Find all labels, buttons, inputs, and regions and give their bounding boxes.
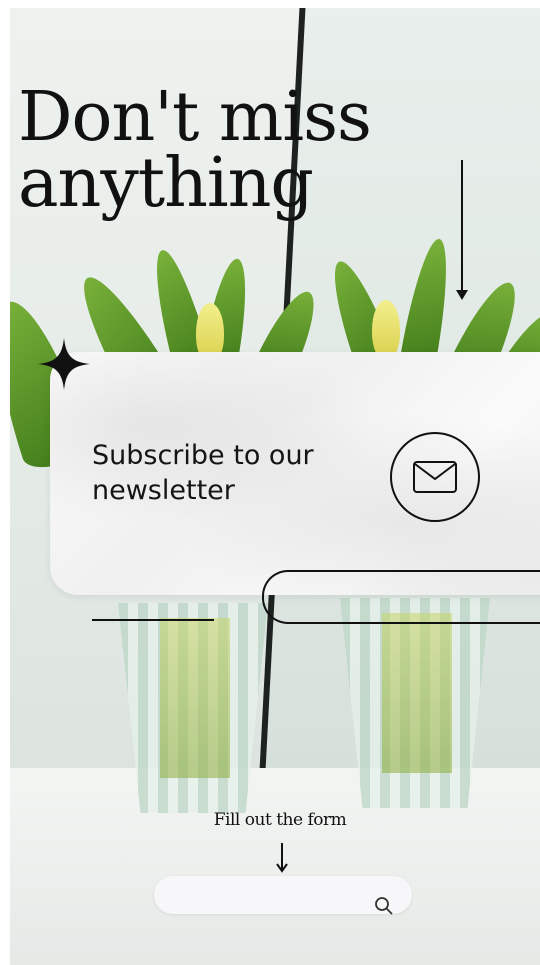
sparkle-icon [38, 338, 90, 390]
decorative-pill-outline [262, 570, 540, 624]
newsletter-button[interactable] [390, 432, 480, 522]
decorative-divider [92, 619, 214, 621]
headline-line-2: anything [18, 144, 314, 223]
form-prompt: Fill out the form [213, 810, 347, 830]
vase-stems-left [160, 618, 230, 778]
envelope-icon [413, 461, 457, 493]
subscribe-title: Subscribe to our newsletter [92, 440, 314, 506]
arrow-down-icon [276, 843, 288, 873]
search-icon[interactable] [374, 896, 394, 916]
vase-stems-right [382, 613, 452, 773]
subscribe-card: Subscribe to our newsletter [50, 352, 540, 595]
page-title: Don't miss anything [18, 84, 398, 218]
arrow-down-icon [456, 160, 468, 300]
